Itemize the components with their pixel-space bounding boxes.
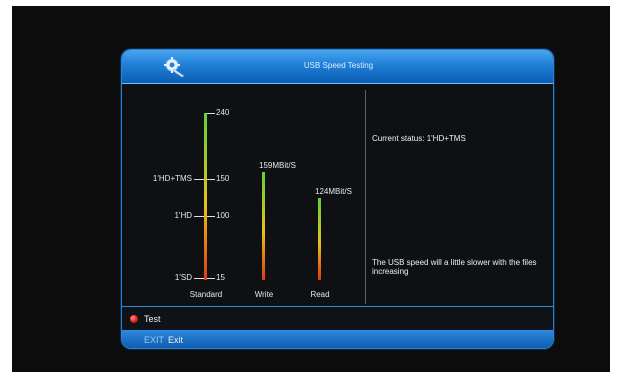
category-label: Standard (189, 290, 223, 299)
scale-tick-left (194, 179, 204, 180)
scale-value-label: 150 (216, 174, 230, 183)
value-label: 159MBit/S (259, 161, 296, 171)
usb-speed-window: USB Speed Testing Current status: 1'HD+T… (121, 49, 554, 349)
vertical-divider (365, 90, 366, 304)
test-button[interactable]: Test (144, 314, 161, 324)
footer-test-bar: Test (122, 306, 553, 330)
title-bar: USB Speed Testing (122, 50, 553, 84)
tv-screen: USB Speed Testing Current status: 1'HD+T… (12, 6, 610, 372)
value-label: 124MBit/S (315, 187, 352, 197)
speed-bar-write (262, 172, 265, 280)
window-title: USB Speed Testing (303, 61, 374, 70)
speed-note-text: The USB speed will a little slower with … (372, 258, 537, 276)
category-label: Write (254, 290, 274, 299)
scale-tick-left (194, 215, 204, 217)
scale-value-label: 15 (216, 273, 225, 282)
red-button-icon (130, 315, 138, 323)
speed-bar-read (318, 198, 321, 280)
footer-exit-bar: EXIT Exit (122, 330, 553, 348)
scale-tick-right (207, 113, 215, 114)
scale-name-label: 1'HD+TMS (152, 174, 192, 183)
scale-tick-left (194, 278, 204, 279)
exit-key-label: EXIT (144, 335, 165, 345)
scale-name-label: 1'HD (174, 210, 192, 220)
scale-tick-right (207, 179, 215, 180)
category-label: Read (310, 290, 330, 299)
exit-button[interactable]: Exit (168, 335, 183, 345)
scale-name-label: 1'SD (174, 273, 192, 282)
scale-tick-right (207, 278, 215, 279)
scale-tick-right (207, 215, 215, 217)
speed-bar-standard (204, 113, 207, 280)
scale-value-label: 240 (216, 108, 230, 117)
scale-value-label: 100 (216, 210, 230, 220)
current-status-text: Current status: 1'HD+TMS (372, 134, 466, 143)
